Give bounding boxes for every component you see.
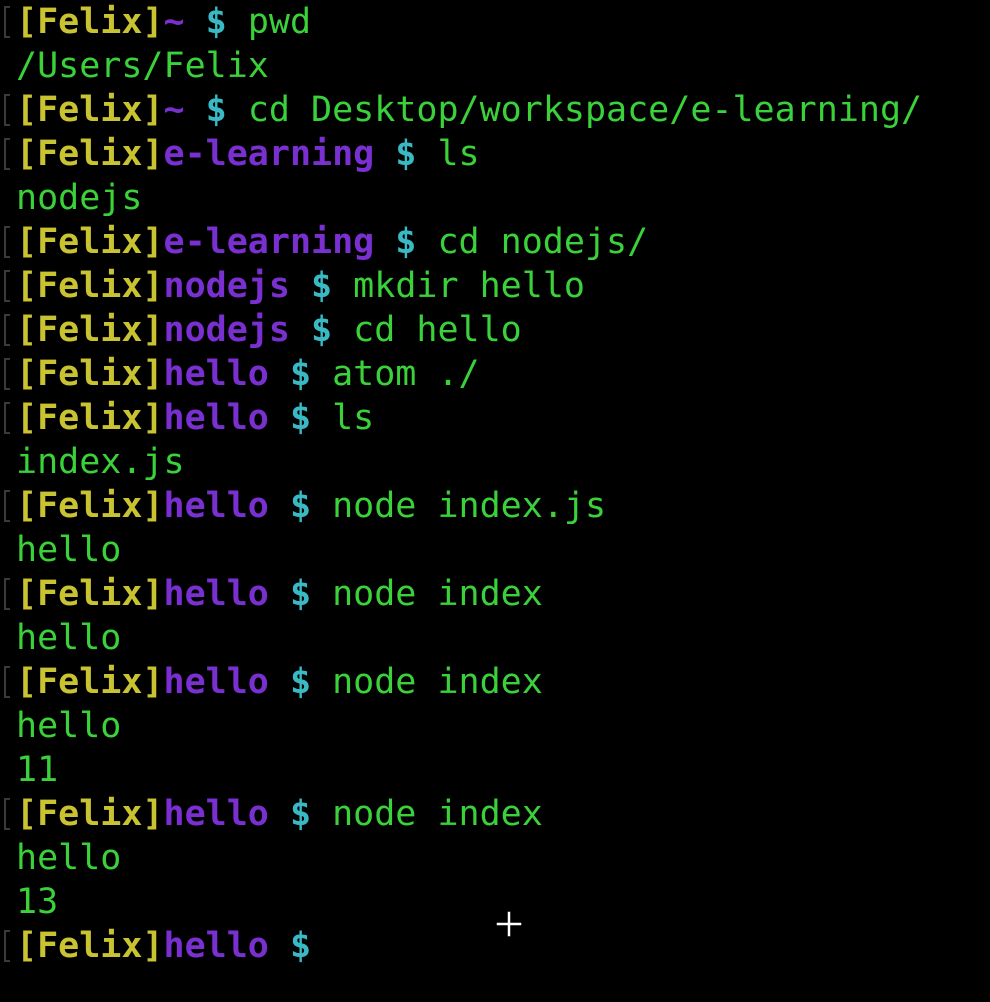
prompt-line: [Felix]hello $ node index — [0, 660, 990, 704]
prompt-user: [Felix] — [16, 926, 164, 966]
prompt-directory: e-learning — [163, 222, 375, 262]
prompt-symbol: $ — [268, 486, 333, 526]
output-line: hello — [0, 704, 990, 748]
prompt-line: [Felix]hello $ ls — [0, 396, 990, 440]
prompt-user: [Felix] — [16, 662, 164, 702]
prompt-symbol: $ — [268, 574, 333, 614]
command-text: cd Desktop/workspace/e-learning/ — [247, 90, 923, 130]
output-line: hello — [0, 616, 990, 660]
command-text: pwd — [247, 2, 312, 42]
prompt-symbol: $ — [184, 90, 248, 130]
command-text: ls — [437, 134, 480, 174]
prompt-line: [Felix]e-learning $ ls — [0, 132, 990, 176]
output-text: 11 — [16, 750, 59, 790]
command-text: cd hello — [353, 310, 522, 350]
prompt-directory: nodejs — [163, 266, 290, 306]
prompt-directory: hello — [163, 486, 269, 526]
output-text: index.js — [16, 442, 185, 482]
prompt-user: [Felix] — [16, 266, 164, 306]
prompt-directory: e-learning — [163, 134, 375, 174]
prompt-user: [Felix] — [16, 90, 164, 130]
prompt-directory: hello — [163, 662, 269, 702]
command-text: node index.js — [332, 486, 607, 526]
prompt-directory: hello — [163, 926, 269, 966]
prompt-line: [Felix]hello $ node index.js — [0, 484, 990, 528]
prompt-user: [Felix] — [16, 794, 164, 834]
output-text: nodejs — [16, 178, 143, 218]
output-text: 13 — [16, 882, 59, 922]
prompt-symbol: $ — [289, 310, 354, 350]
command-text: node index — [332, 662, 543, 702]
prompt-directory: ~ — [163, 90, 185, 130]
prompt-line: [Felix]hello $ node index — [0, 572, 990, 616]
output-line: nodejs — [0, 176, 990, 220]
output-line: hello — [0, 836, 990, 880]
prompt-user: [Felix] — [16, 574, 164, 614]
prompt-line: [Felix]hello $ node index — [0, 792, 990, 836]
output-text: hello — [16, 706, 122, 746]
prompt-symbol: $ — [268, 398, 333, 438]
prompt-symbol: $ — [289, 266, 354, 306]
crosshair-cursor-icon — [494, 906, 524, 938]
prompt-line: [Felix]hello $ atom ./ — [0, 352, 990, 396]
prompt-directory: nodejs — [163, 310, 290, 350]
command-text: node index — [332, 794, 543, 834]
output-text: hello — [16, 838, 122, 878]
prompt-user: [Felix] — [16, 354, 164, 394]
prompt-user: [Felix] — [16, 486, 164, 526]
prompt-directory: hello — [163, 354, 269, 394]
prompt-line: [Felix]~ $ pwd — [0, 0, 990, 44]
prompt-line: [Felix]e-learning $ cd nodejs/ — [0, 220, 990, 264]
prompt-user: [Felix] — [16, 134, 164, 174]
prompt-user: [Felix] — [16, 398, 164, 438]
prompt-directory: hello — [163, 574, 269, 614]
output-line: hello — [0, 528, 990, 572]
prompt-directory: hello — [163, 398, 269, 438]
prompt-symbol: $ — [268, 354, 333, 394]
prompt-line: [Felix]nodejs $ mkdir hello — [0, 264, 990, 308]
prompt-symbol: $ — [374, 222, 438, 262]
command-text: ls — [332, 398, 375, 438]
prompt-symbol: $ — [268, 662, 333, 702]
command-text: atom ./ — [332, 354, 480, 394]
output-text: /Users/Felix — [16, 46, 269, 86]
output-text: hello — [16, 530, 122, 570]
prompt-symbol: $ — [184, 2, 248, 42]
output-text: hello — [16, 618, 122, 658]
output-line: 11 — [0, 748, 990, 792]
output-line: index.js — [0, 440, 990, 484]
prompt-user: [Felix] — [16, 2, 164, 42]
terminal-window[interactable]: [Felix]~ $ pwd/Users/Felix [Felix]~ $ cd … — [0, 0, 990, 1002]
command-text: cd nodejs/ — [437, 222, 649, 262]
command-text: mkdir hello — [353, 266, 585, 306]
prompt-symbol: $ — [268, 794, 333, 834]
prompt-line: [Felix]nodejs $ cd hello — [0, 308, 990, 352]
prompt-line: [Felix]~ $ cd Desktop/workspace/e-learni… — [0, 88, 990, 132]
prompt-user: [Felix] — [16, 310, 164, 350]
output-line: /Users/Felix — [0, 44, 990, 88]
prompt-directory: ~ — [163, 2, 185, 42]
command-text: node index — [332, 574, 543, 614]
prompt-symbol: $ — [374, 134, 438, 174]
prompt-directory: hello — [163, 794, 269, 834]
prompt-symbol: $ — [268, 926, 333, 966]
prompt-user: [Felix] — [16, 222, 164, 262]
